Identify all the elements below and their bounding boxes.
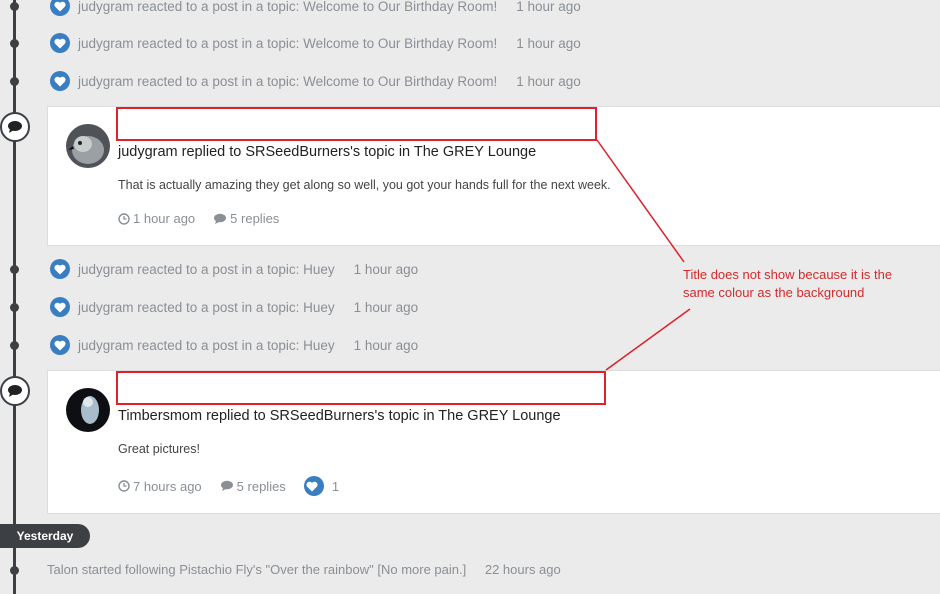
annotation-text: Title does not show because it is the sa… (683, 267, 893, 300)
